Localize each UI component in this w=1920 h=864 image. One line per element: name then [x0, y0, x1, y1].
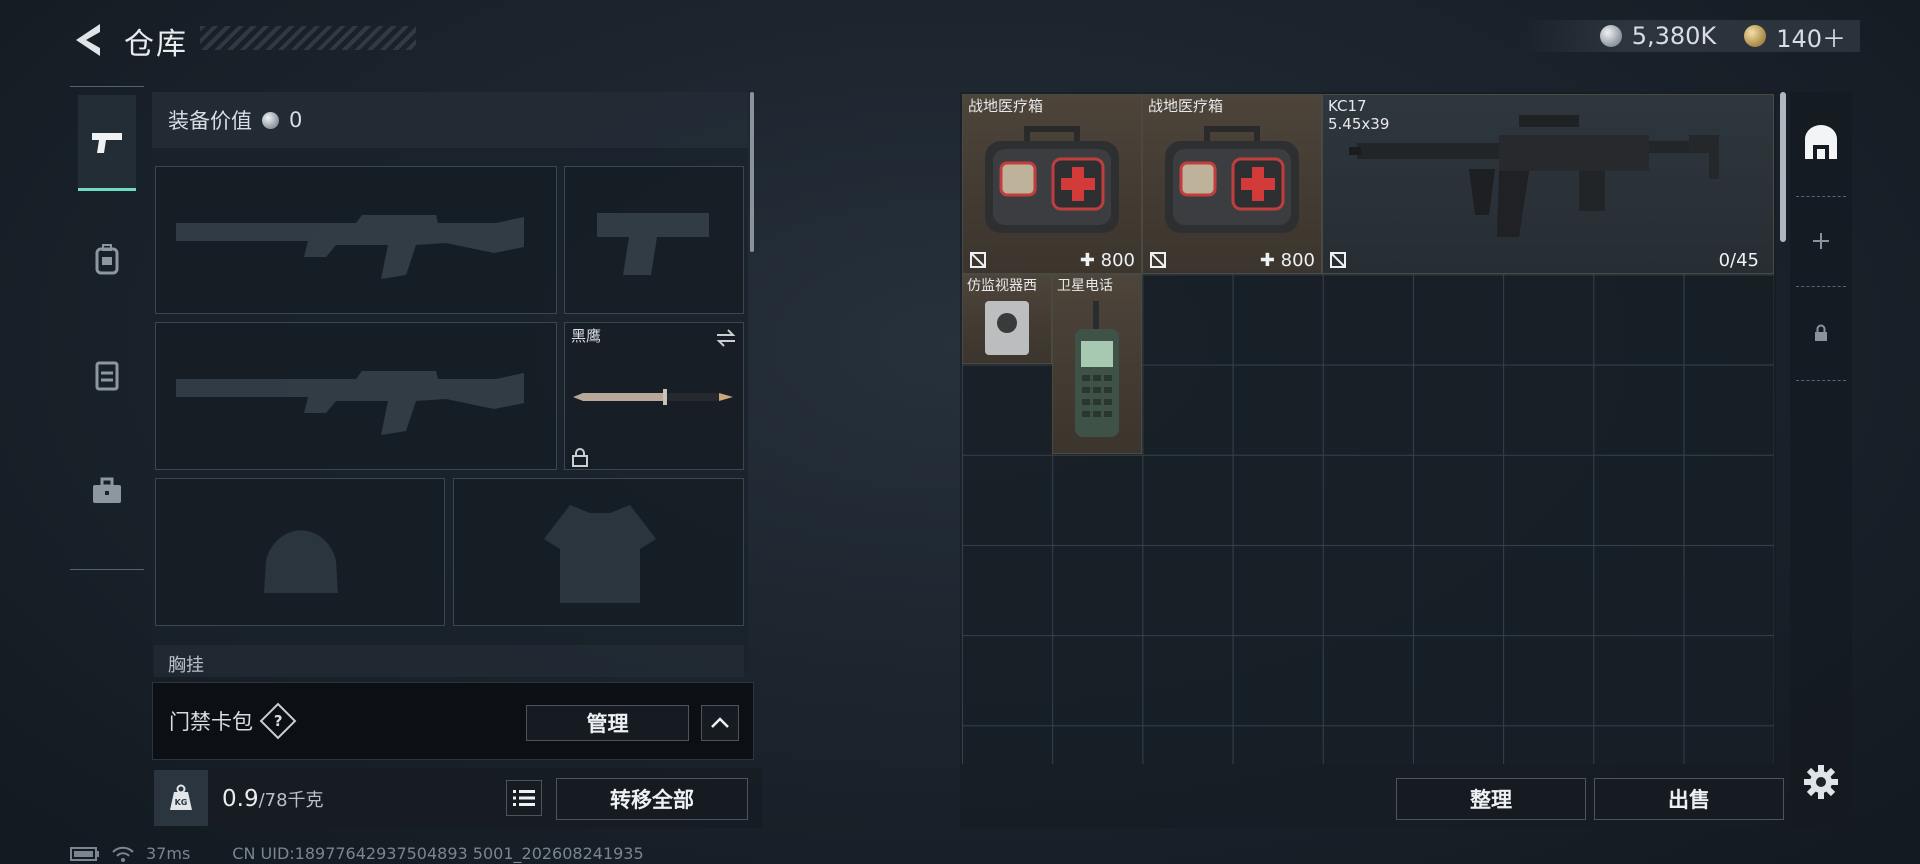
silver-coin-icon: [1599, 25, 1622, 47]
settings-button[interactable]: [1790, 736, 1852, 828]
back-button[interactable]: [70, 20, 106, 60]
weight-current: 0.9: [222, 786, 259, 812]
ammo-count: 0/45: [1718, 250, 1759, 271]
armor-silhouette-icon: [544, 505, 656, 603]
tab-case[interactable]: [78, 443, 136, 539]
primary-weapon-slot[interactable]: [155, 166, 557, 314]
weight-max: /78千克: [258, 790, 324, 811]
item-name: 战地医疗箱: [968, 97, 1044, 115]
pistol-icon: [92, 132, 122, 153]
silver-amount: 5,380K: [1631, 22, 1717, 50]
no-insure-icon: [1150, 252, 1166, 268]
weight-readout: 0.9/78千克: [222, 786, 324, 812]
medkit-icon: [1165, 126, 1299, 233]
manage-button[interactable]: 管理: [526, 705, 689, 741]
item-name: 战地医疗箱: [1148, 97, 1224, 115]
storage-grid[interactable]: 战地医疗箱 ✚ 800 战地医疗箱 ✚ 800 KC17 5.45x39 0/4…: [962, 94, 1774, 764]
storage-item[interactable]: 卫星电话: [1052, 274, 1142, 454]
add-storage-button[interactable]: [1790, 196, 1852, 286]
tab-vest[interactable]: [78, 327, 136, 423]
storage-scrollbar[interactable]: [1780, 92, 1786, 242]
equipment-value-label: 装备价值: [168, 109, 252, 133]
sell-button[interactable]: 出售: [1594, 778, 1784, 820]
wifi-icon: [112, 846, 134, 862]
helmet-silhouette-icon: [264, 530, 338, 593]
keycard-label: 门禁卡包: [169, 710, 253, 734]
item-value: ✚ 800: [1079, 250, 1135, 271]
equipment-value-header: 装备价值 0: [152, 92, 748, 148]
pistol-silhouette-icon: [597, 213, 709, 275]
swap-icon[interactable]: [715, 329, 737, 347]
ping: 37ms: [146, 844, 191, 863]
page-title: 仓库: [124, 27, 188, 62]
secondary-weapon-slot[interactable]: [155, 322, 557, 470]
gear-icon: [1804, 765, 1838, 799]
storage-item[interactable]: 战地医疗箱 ✚ 800: [1142, 94, 1322, 274]
svg-text:KG: KG: [175, 798, 188, 807]
equipment-scrollbar[interactable]: [750, 92, 754, 252]
battery-icon: [70, 846, 99, 861]
no-insure-icon: [1330, 252, 1346, 268]
list-icon: [513, 790, 535, 806]
chevron-up-icon: [711, 717, 729, 728]
bagged-item-icon: [985, 301, 1029, 355]
list-view-button[interactable]: [506, 780, 542, 816]
weight-kg-icon: KG: [154, 770, 208, 826]
gold-coin-icon: [1744, 25, 1767, 47]
chest-rig-row[interactable]: 胸挂: [154, 645, 744, 677]
satellite-phone-icon: [1075, 301, 1119, 437]
item-name: 卫星电话: [1057, 278, 1113, 294]
rail-divider: [1796, 380, 1846, 381]
backpack-icon: [95, 244, 119, 275]
uid-text: CN UID:18977642937504893 5001_2026082419…: [232, 844, 644, 863]
sidearm-slot[interactable]: [564, 166, 744, 314]
warehouse-tab[interactable]: [1790, 98, 1852, 188]
rifle-silhouette-icon: [176, 215, 524, 279]
lock-icon: [572, 448, 588, 467]
warehouse-icon: [1805, 125, 1837, 159]
silver-coin-icon: [262, 111, 279, 129]
plus-icon: [1813, 233, 1829, 249]
melee-name: 黑鹰: [571, 327, 602, 345]
transfer-all-button[interactable]: 转移全部: [556, 778, 748, 820]
helmet-slot[interactable]: [155, 478, 445, 626]
armor-slot[interactable]: [453, 478, 744, 626]
equipment-value: 0: [289, 108, 303, 132]
title-decoration: [200, 26, 416, 50]
storage-item[interactable]: 战地医疗箱 ✚ 800: [962, 94, 1142, 274]
status-bar: 37ms CN UID:18977642937504893 5001_20260…: [70, 844, 644, 863]
tab-backpack[interactable]: [78, 211, 136, 307]
help-icon[interactable]: ?: [259, 702, 297, 740]
lock-icon: [1815, 324, 1827, 341]
gold-amount[interactable]: 140＋: [1776, 19, 1846, 54]
briefcase-icon: [93, 477, 121, 503]
locked-storage-button[interactable]: [1790, 288, 1852, 378]
item-value: ✚ 800: [1259, 250, 1315, 271]
rifle-icon: [1349, 115, 1719, 237]
vest-icon: [95, 361, 119, 391]
rifle-silhouette-icon: [176, 371, 524, 435]
tab-weapons[interactable]: [78, 95, 136, 191]
item-name: 仿监视器西: [967, 278, 1037, 294]
sort-button[interactable]: 整理: [1396, 778, 1586, 820]
rail-divider: [1796, 286, 1846, 287]
knife-icon: [573, 389, 733, 405]
melee-slot[interactable]: 黑鹰: [564, 322, 744, 470]
currency-bar: 5,380K 140＋: [1520, 19, 1860, 54]
storage-item[interactable]: KC17 5.45x39 0/45: [1322, 94, 1774, 274]
medkit-icon: [985, 126, 1119, 233]
back-arrow-icon: [76, 24, 100, 56]
storage-item[interactable]: 仿监视器西: [962, 274, 1052, 364]
collapse-button[interactable]: [701, 705, 739, 741]
no-insure-icon: [970, 252, 986, 268]
chest-rig-label: 胸挂: [168, 655, 204, 676]
category-tabs: [70, 86, 144, 570]
